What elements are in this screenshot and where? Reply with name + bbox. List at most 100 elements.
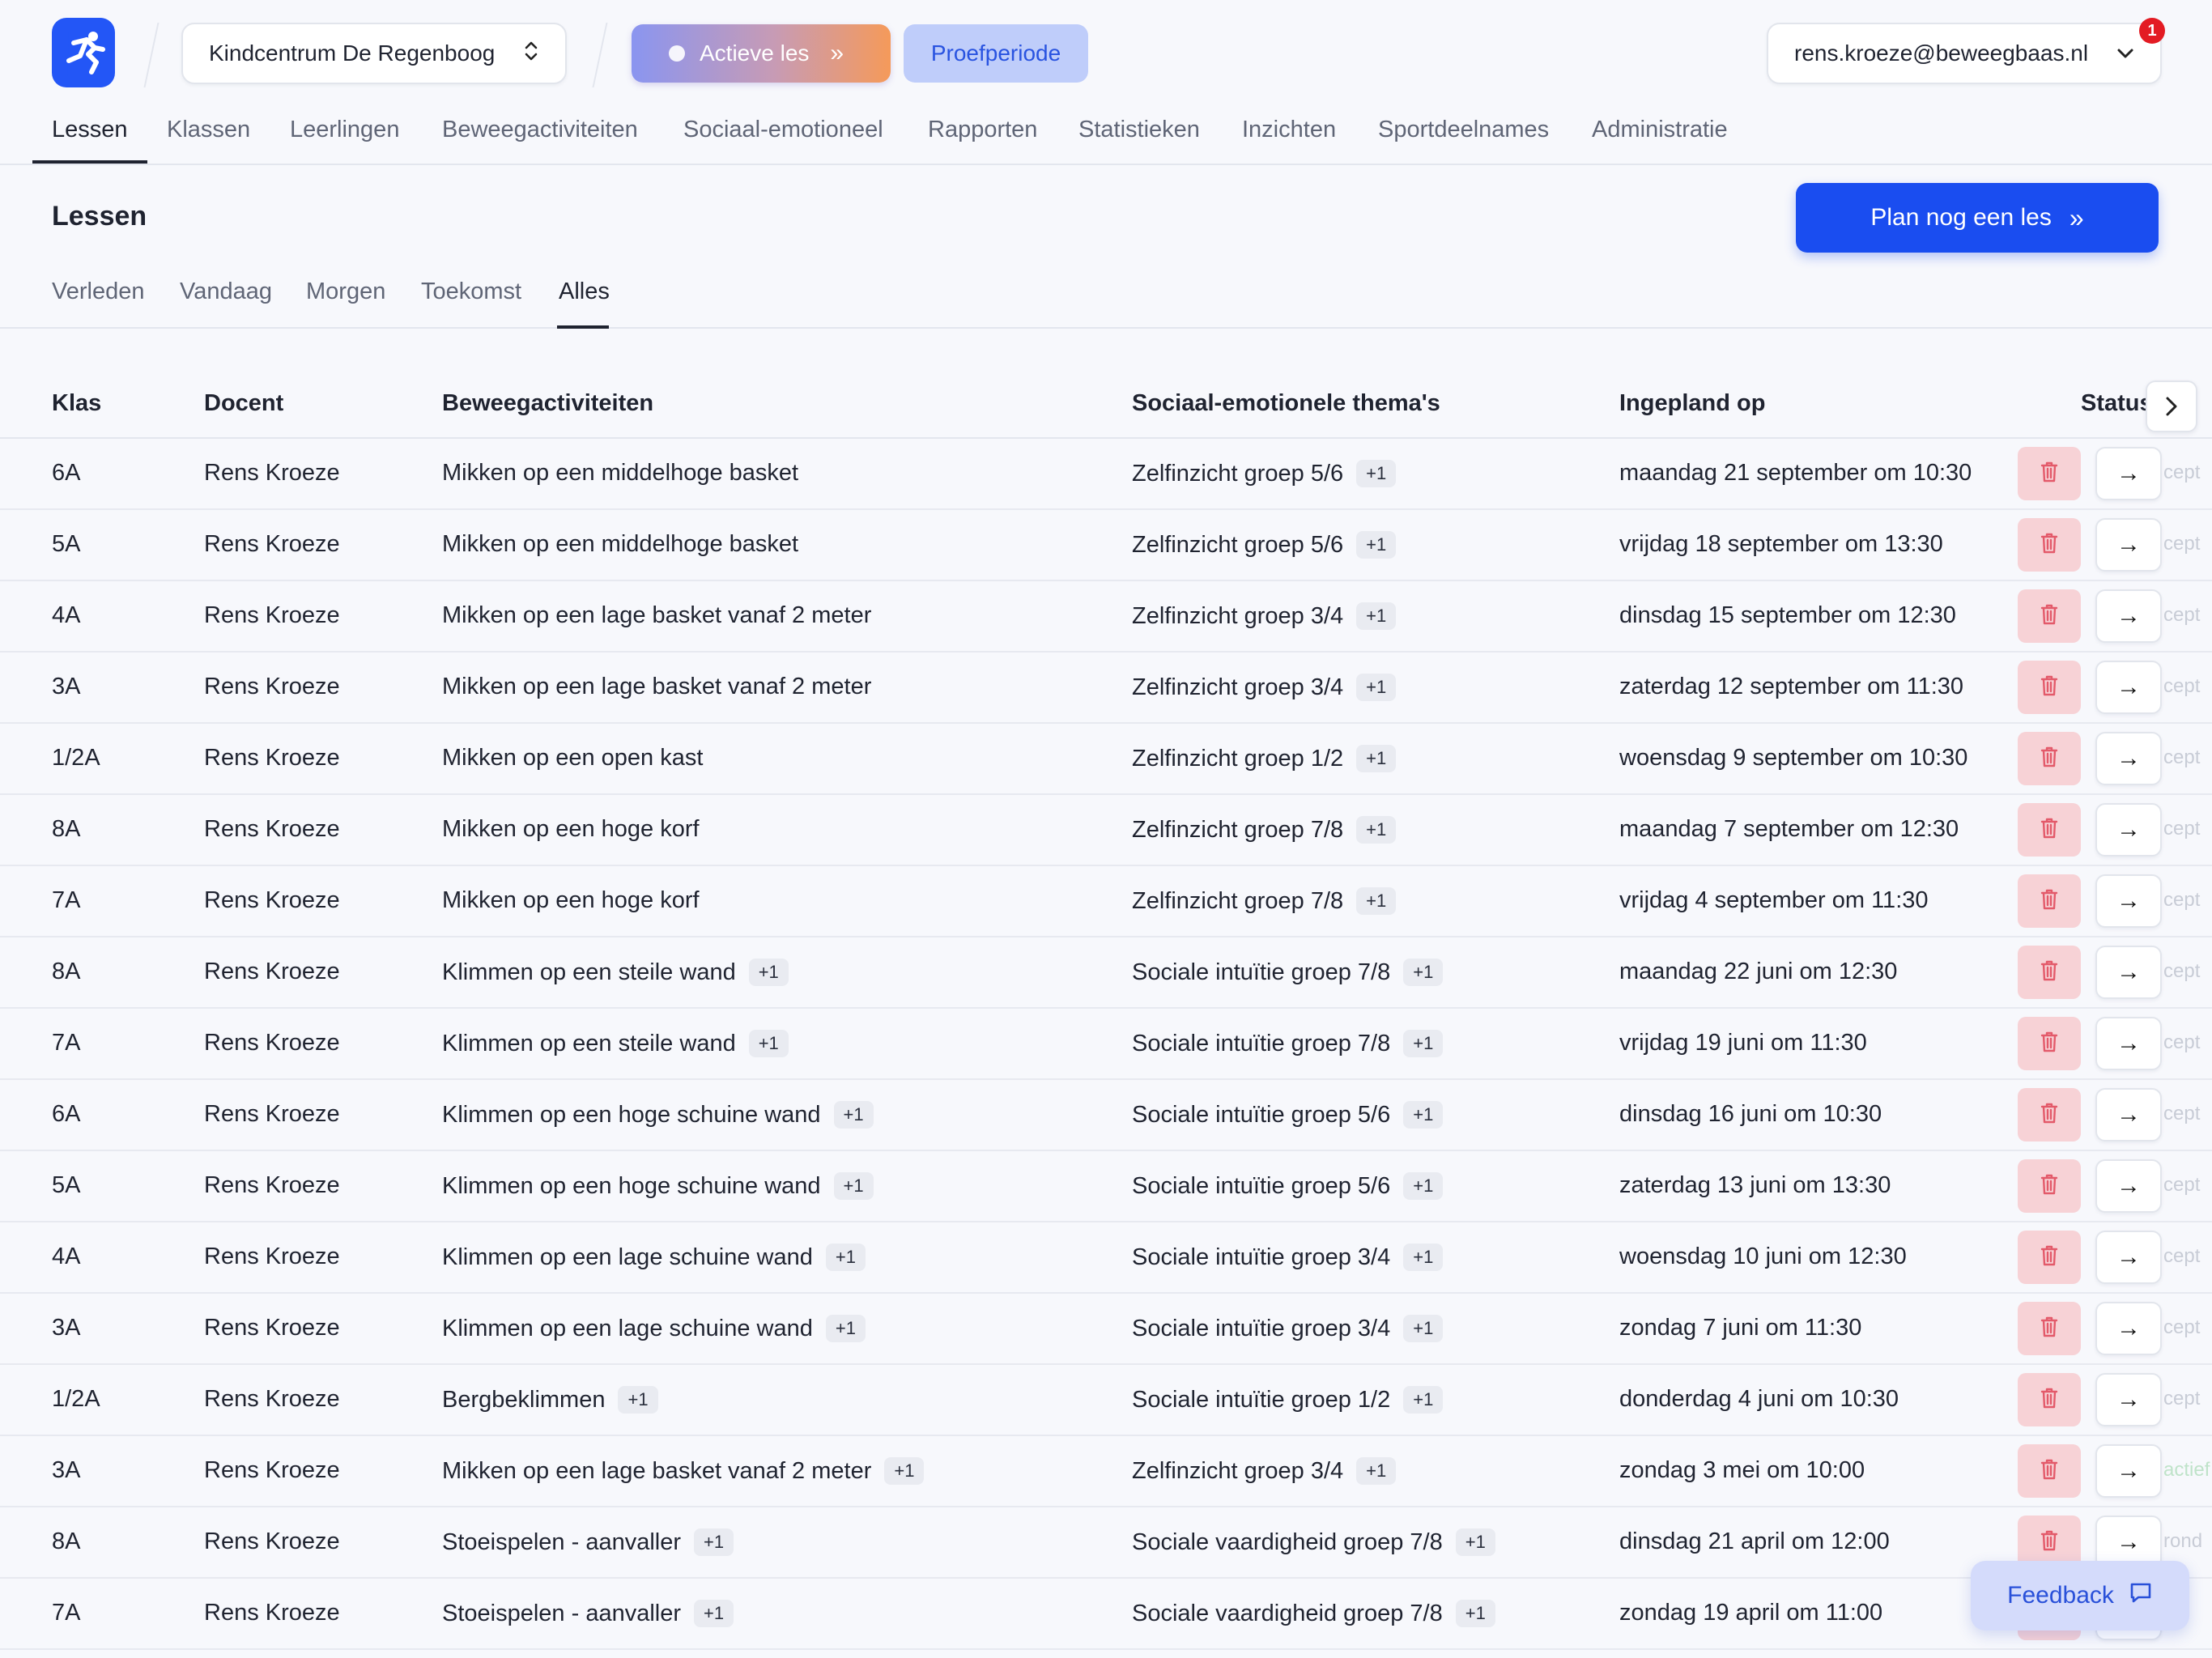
delete-button[interactable] (2018, 1159, 2081, 1213)
extra-count-badge[interactable]: +1 (1356, 1457, 1397, 1485)
delete-button[interactable] (2018, 946, 2081, 999)
user-menu[interactable]: rens.kroeze@beweegbaas.nl (1767, 23, 2162, 84)
table-row[interactable]: 1/2A Rens Kroeze Mikken op een open kast… (0, 724, 2212, 795)
table-row[interactable]: 3A Rens Kroeze Klimmen op een lage schui… (0, 1294, 2212, 1365)
column-header-status[interactable]: Status (2081, 390, 2146, 417)
feedback-button[interactable]: Feedback (1971, 1561, 2189, 1630)
nav-item-beweegactiviteiten[interactable]: Beweegactiviteiten (442, 117, 638, 143)
table-row[interactable]: 8A Rens Kroeze Stoeispelen - aanvaller +1… (0, 1507, 2212, 1579)
table-row[interactable]: 5A Rens Kroeze Mikken op een middelhoge … (0, 510, 2212, 581)
extra-count-badge[interactable]: +1 (833, 1172, 874, 1200)
scroll-right-button[interactable] (2146, 380, 2197, 432)
open-lesson-button[interactable]: → (2095, 1088, 2162, 1141)
tab-toekomst[interactable]: Toekomst (421, 278, 521, 305)
extra-count-badge[interactable]: +1 (748, 959, 789, 986)
table-row[interactable]: 7A Rens Kroeze Mikken op een hoge korf Z… (0, 866, 2212, 937)
table-row[interactable]: 8A Rens Kroeze Klimmen op een steile wan… (0, 937, 2212, 1009)
open-lesson-button[interactable]: → (2095, 874, 2162, 928)
extra-count-badge[interactable]: +1 (1356, 602, 1397, 630)
school-selector[interactable]: Kindcentrum De Regenboog (181, 23, 567, 84)
nav-item-statistieken[interactable]: Statistieken (1078, 117, 1200, 143)
extra-count-badge[interactable]: +1 (833, 1101, 874, 1129)
open-lesson-button[interactable]: → (2095, 1302, 2162, 1355)
table-row[interactable]: 5A Rens Kroeze Klimmen op een hoge schui… (0, 1151, 2212, 1222)
delete-button[interactable] (2018, 803, 2081, 857)
column-header-beweegactiviteiten[interactable]: Beweegactiviteiten (442, 390, 653, 417)
table-row[interactable]: 6A Rens Kroeze Klimmen op een hoge schui… (0, 1080, 2212, 1151)
extra-count-badge[interactable]: +1 (1403, 1030, 1444, 1057)
delete-button[interactable] (2018, 1088, 2081, 1141)
nav-item-sportdeelnames[interactable]: Sportdeelnames (1378, 117, 1549, 143)
nav-item-leerlingen[interactable]: Leerlingen (290, 117, 399, 143)
extra-count-badge[interactable]: +1 (884, 1457, 925, 1485)
open-lesson-button[interactable]: → (2095, 589, 2162, 643)
open-lesson-button[interactable]: → (2095, 1231, 2162, 1284)
nav-item-klassen[interactable]: Klassen (167, 117, 250, 143)
delete-button[interactable] (2018, 1444, 2081, 1498)
table-row[interactable]: 3A Rens Kroeze Mikken op een lage basket… (0, 1436, 2212, 1507)
delete-button[interactable] (2018, 518, 2081, 572)
extra-count-badge[interactable]: +1 (1403, 1101, 1444, 1129)
nav-item-sociaal-emotioneel[interactable]: Sociaal-emotioneel (683, 117, 883, 143)
open-lesson-button[interactable]: → (2095, 661, 2162, 714)
delete-button[interactable] (2018, 1302, 2081, 1355)
delete-button[interactable] (2018, 661, 2081, 714)
open-lesson-button[interactable]: → (2095, 946, 2162, 999)
extra-count-badge[interactable]: +1 (1356, 674, 1397, 701)
column-header-docent[interactable]: Docent (204, 390, 283, 417)
extra-count-badge[interactable]: +1 (825, 1244, 866, 1271)
tab-verleden[interactable]: Verleden (52, 278, 145, 305)
column-header-klas[interactable]: Klas (52, 390, 101, 417)
extra-count-badge[interactable]: +1 (694, 1600, 734, 1627)
open-lesson-button[interactable]: → (2095, 518, 2162, 572)
table-row[interactable]: 8A Rens Kroeze Mikken op een hoge korf Z… (0, 795, 2212, 866)
table-row[interactable]: 7A Rens Kroeze Stoeispelen - aanvaller +1… (0, 1579, 2212, 1650)
plan-lesson-button[interactable]: Plan nog een les » (1796, 183, 2159, 253)
delete-button[interactable] (2018, 589, 2081, 643)
delete-button[interactable] (2018, 1231, 2081, 1284)
logo[interactable] (52, 18, 115, 87)
extra-count-badge[interactable]: +1 (1455, 1600, 1495, 1627)
open-lesson-button[interactable]: → (2095, 732, 2162, 785)
extra-count-badge[interactable]: +1 (1403, 1386, 1444, 1414)
open-lesson-button[interactable]: → (2095, 1444, 2162, 1498)
open-lesson-button[interactable]: → (2095, 1373, 2162, 1426)
delete-button[interactable] (2018, 1373, 2081, 1426)
extra-count-badge[interactable]: +1 (1403, 1172, 1444, 1200)
extra-count-badge[interactable]: +1 (618, 1386, 658, 1414)
column-header-themas[interactable]: Sociaal-emotionele thema's (1132, 390, 1440, 417)
extra-count-badge[interactable]: +1 (1455, 1528, 1495, 1556)
tab-alles[interactable]: Alles (559, 278, 610, 305)
nav-item-rapporten[interactable]: Rapporten (928, 117, 1037, 143)
table-row[interactable]: 1/2A Rens Kroeze Bergbeklimmen +1 Sociale… (0, 1365, 2212, 1436)
table-row[interactable]: 7A Rens Kroeze Klimmen op een steile wan… (0, 1009, 2212, 1080)
trial-badge[interactable]: Proefperiode (904, 24, 1088, 83)
nav-item-inzichten[interactable]: Inzichten (1242, 117, 1336, 143)
open-lesson-button[interactable]: → (2095, 1017, 2162, 1070)
extra-count-badge[interactable]: +1 (1356, 816, 1397, 844)
column-header-ingepland-op[interactable]: Ingepland op (1619, 390, 1765, 417)
notification-badge[interactable]: 1 (2139, 18, 2165, 44)
extra-count-badge[interactable]: +1 (694, 1528, 734, 1556)
open-lesson-button[interactable]: → (2095, 1159, 2162, 1213)
extra-count-badge[interactable]: +1 (748, 1030, 789, 1057)
tab-morgen[interactable]: Morgen (306, 278, 385, 305)
extra-count-badge[interactable]: +1 (1403, 1244, 1444, 1271)
nav-item-lessen[interactable]: Lessen (52, 117, 128, 143)
table-row[interactable]: 4A Rens Kroeze Mikken op een lage basket… (0, 581, 2212, 653)
table-row[interactable]: 6A Rens Kroeze Mikken op een middelhoge … (0, 439, 2212, 510)
table-row[interactable]: 4A Rens Kroeze Klimmen op een lage schui… (0, 1222, 2212, 1294)
delete-button[interactable] (2018, 447, 2081, 500)
extra-count-badge[interactable]: +1 (1356, 531, 1397, 559)
open-lesson-button[interactable]: → (2095, 803, 2162, 857)
delete-button[interactable] (2018, 874, 2081, 928)
nav-item-administratie[interactable]: Administratie (1592, 117, 1728, 143)
extra-count-badge[interactable]: +1 (1356, 745, 1397, 772)
extra-count-badge[interactable]: +1 (1403, 1315, 1444, 1342)
table-row[interactable]: 3A Rens Kroeze Mikken op een lage basket… (0, 653, 2212, 724)
extra-count-badge[interactable]: +1 (1356, 887, 1397, 915)
delete-button[interactable] (2018, 1017, 2081, 1070)
extra-count-badge[interactable]: +1 (1403, 959, 1444, 986)
tab-vandaag[interactable]: Vandaag (180, 278, 272, 305)
open-lesson-button[interactable]: → (2095, 447, 2162, 500)
